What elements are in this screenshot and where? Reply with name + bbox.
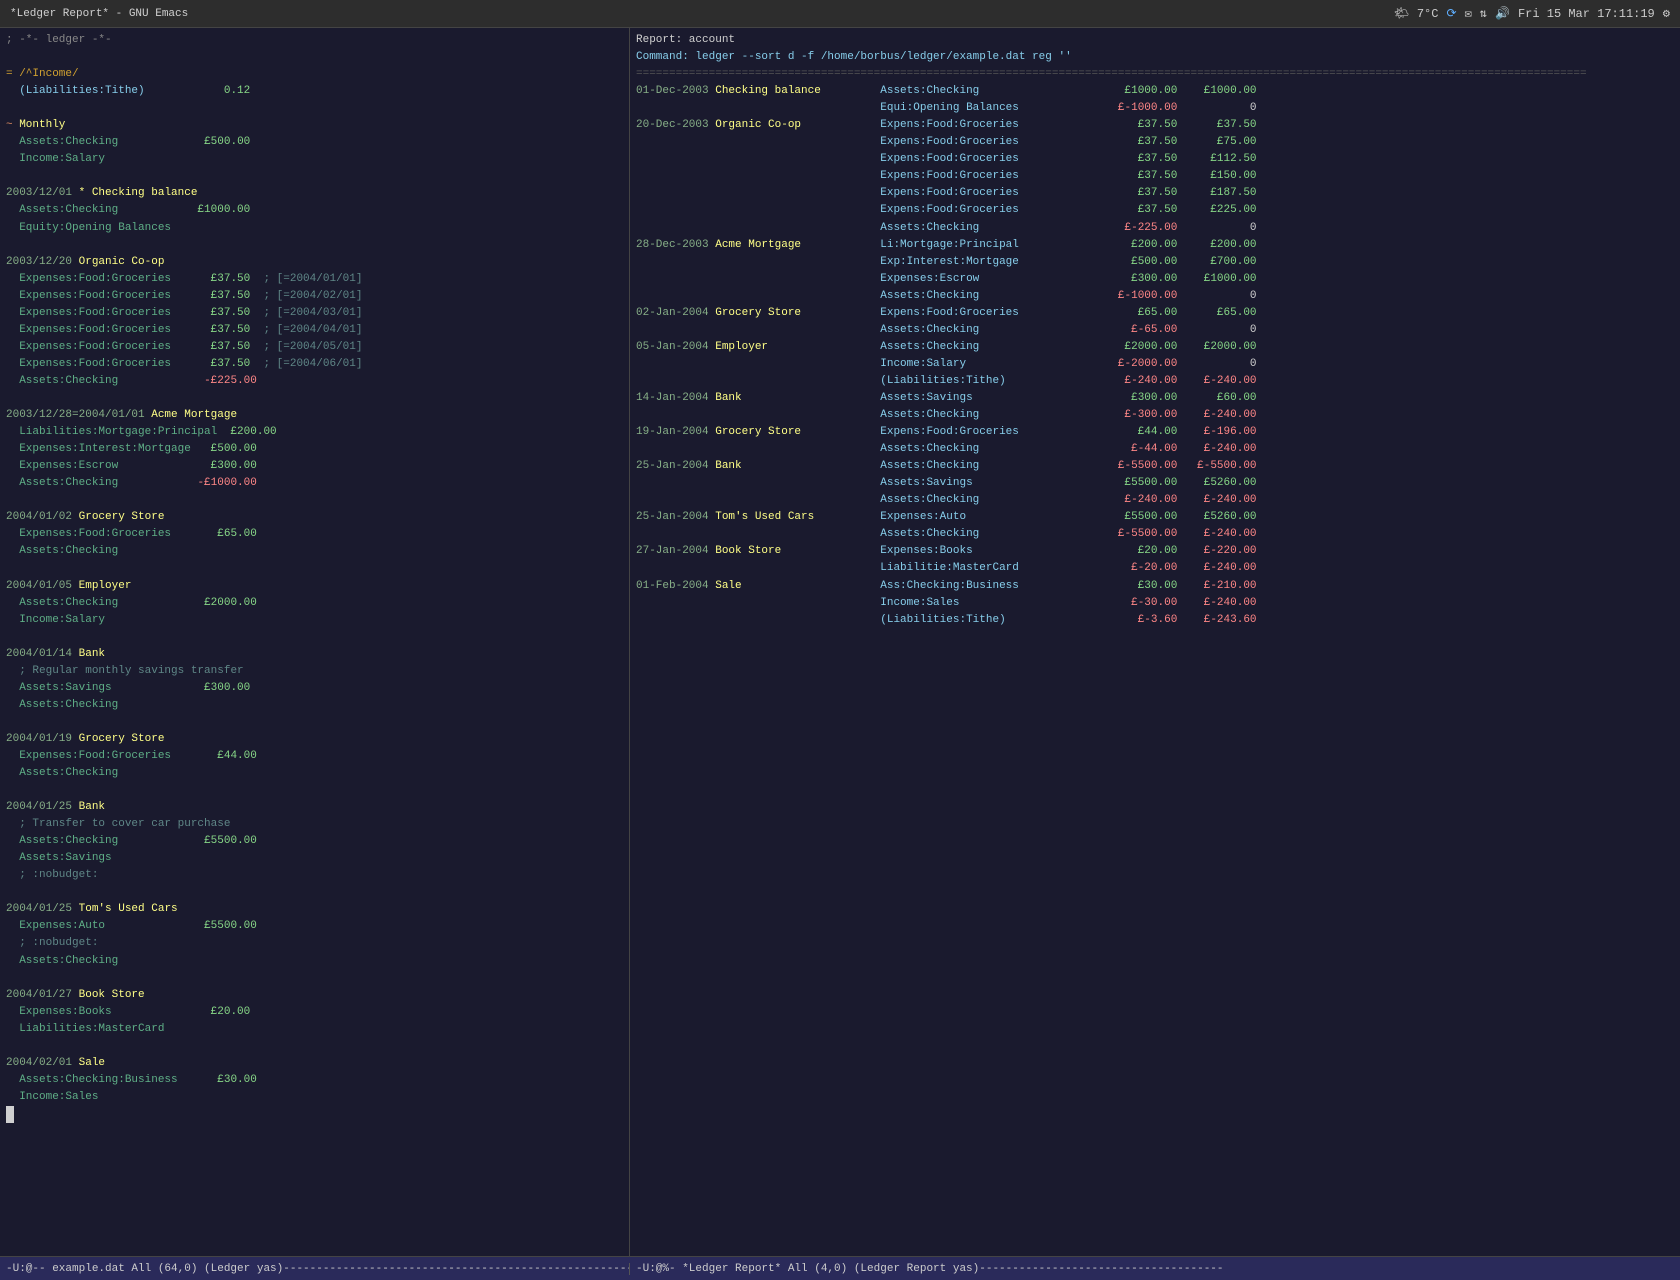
- temperature: 7°C: [1417, 7, 1439, 21]
- audio-icon[interactable]: 🔊: [1495, 6, 1510, 21]
- left-editor-pane[interactable]: ; -*- ledger -*- = /^Income/ (Liabilitie…: [0, 28, 630, 1256]
- network-icon: ⇅: [1480, 6, 1487, 21]
- statusbar-right: -U:@%- *Ledger Report* All (4,0) (Ledger…: [630, 1263, 1680, 1275]
- titlebar: *Ledger Report* - GNU Emacs 🌤 7°C ⟳ ✉ ⇅ …: [0, 0, 1680, 28]
- left-status-text: -U:@-- example.dat All (64,0) (Ledger ya…: [6, 1263, 630, 1275]
- mail-icon[interactable]: ✉: [1465, 6, 1472, 21]
- datetime: Fri 15 Mar 17:11:19: [1518, 7, 1655, 21]
- right-report-pane[interactable]: Report: account Command: ledger --sort d…: [630, 28, 1680, 1256]
- weather-icon: 🌤: [1394, 6, 1409, 21]
- statusbar-left: -U:@-- example.dat All (64,0) (Ledger ya…: [0, 1263, 630, 1275]
- refresh-icon[interactable]: ⟳: [1446, 6, 1456, 21]
- statusbar: -U:@-- example.dat All (64,0) (Ledger ya…: [0, 1256, 1680, 1280]
- main-content: ; -*- ledger -*- = /^Income/ (Liabilitie…: [0, 28, 1680, 1256]
- settings-icon[interactable]: ⚙: [1663, 6, 1670, 21]
- right-status-text: -U:@%- *Ledger Report* All (4,0) (Ledger…: [636, 1263, 1224, 1275]
- window-title: *Ledger Report* - GNU Emacs: [10, 8, 188, 20]
- titlebar-controls: 🌤 7°C ⟳ ✉ ⇅ 🔊 Fri 15 Mar 17:11:19 ⚙: [1394, 6, 1670, 21]
